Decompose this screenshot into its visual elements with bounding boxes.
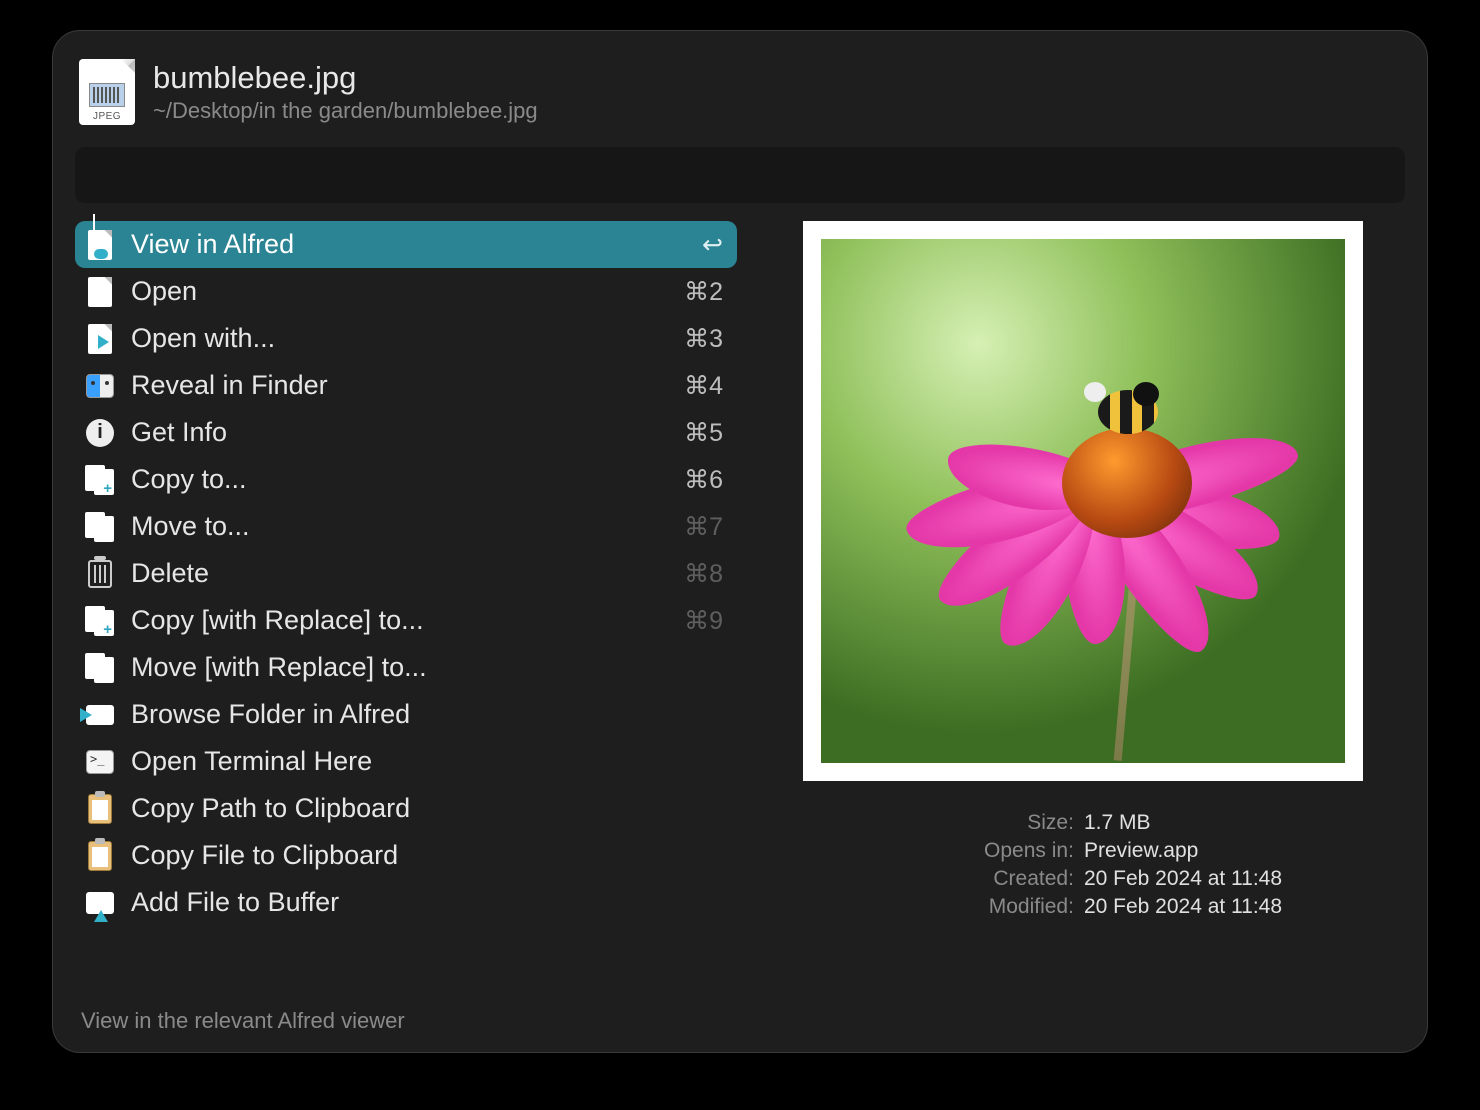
- action-label: Open Terminal Here: [131, 746, 709, 777]
- action-copy-replace-to[interactable]: Copy [with Replace] to... ⌘9: [75, 597, 737, 644]
- action-shortcut: ↩: [702, 230, 723, 260]
- action-label: Reveal in Finder: [131, 370, 670, 401]
- action-copy-file[interactable]: Copy File to Clipboard: [75, 832, 737, 879]
- action-shortcut: ⌘3: [684, 324, 723, 354]
- action-shortcut: ⌘8: [684, 559, 723, 589]
- meta-size-value: 1.7 MB: [1084, 809, 1151, 837]
- browse-folder-icon: [86, 705, 114, 725]
- meta-created-value: 20 Feb 2024 at 11:48: [1084, 865, 1282, 893]
- action-shortcut: ⌘4: [684, 371, 723, 401]
- action-label: Copy [with Replace] to...: [131, 605, 670, 636]
- action-shortcut: ⌘6: [684, 465, 723, 495]
- action-copy-path[interactable]: Copy Path to Clipboard: [75, 785, 737, 832]
- action-label: Copy Path to Clipboard: [131, 793, 709, 824]
- action-move-replace-to[interactable]: Move [with Replace] to...: [75, 644, 737, 691]
- action-icon: [83, 698, 117, 732]
- copy-pages-icon: [85, 606, 115, 636]
- file-type-icon: JPEG: [79, 59, 135, 125]
- action-open-terminal[interactable]: Open Terminal Here: [75, 738, 737, 785]
- action-icon: [83, 322, 117, 356]
- document-open-with-icon: [88, 324, 112, 354]
- file-type-badge: JPEG: [93, 111, 121, 122]
- meta-modified-label: Modified:: [884, 893, 1074, 921]
- action-icon: [83, 839, 117, 873]
- preview-frame: [803, 221, 1363, 781]
- header: JPEG bumblebee.jpg ~/Desktop/in the gard…: [75, 55, 1405, 139]
- terminal-icon: [86, 750, 114, 774]
- action-icon: [83, 886, 117, 920]
- meta-size-label: Size:: [884, 809, 1074, 837]
- add-to-buffer-icon: [86, 892, 114, 914]
- action-copy-to[interactable]: Copy to... ⌘6: [75, 456, 737, 503]
- action-icon: [83, 510, 117, 544]
- action-icon: [83, 792, 117, 826]
- meta-modified-value: 20 Feb 2024 at 11:48: [1084, 893, 1282, 921]
- file-path: ~/Desktop/in the garden/bumblebee.jpg: [153, 98, 538, 124]
- action-reveal-in-finder[interactable]: Reveal in Finder ⌘4: [75, 362, 737, 409]
- action-label: Add File to Buffer: [131, 887, 709, 918]
- action-icon: [83, 651, 117, 685]
- copy-pages-icon: [85, 465, 115, 495]
- action-label: Open: [131, 276, 670, 307]
- action-icon: [83, 745, 117, 779]
- action-shortcut: ⌘2: [684, 277, 723, 307]
- meta-created-label: Created:: [884, 865, 1074, 893]
- action-move-to[interactable]: Move to... ⌘7: [75, 503, 737, 550]
- action-icon: [83, 463, 117, 497]
- action-icon: [83, 369, 117, 403]
- preview-column: Size: 1.7 MB Opens in: Preview.app Created…: [761, 221, 1405, 981]
- alfred-file-actions-panel: JPEG bumblebee.jpg ~/Desktop/in the gard…: [52, 30, 1428, 1053]
- action-open[interactable]: Open ⌘2: [75, 268, 737, 315]
- action-browse-folder[interactable]: Browse Folder in Alfred: [75, 691, 737, 738]
- action-shortcut: ⌘9: [684, 606, 723, 636]
- action-delete[interactable]: Delete ⌘8: [75, 550, 737, 597]
- preview-image: [821, 239, 1345, 763]
- action-label: Open with...: [131, 323, 670, 354]
- move-pages-icon: [85, 653, 115, 683]
- action-view-in-alfred[interactable]: View in Alfred ↩: [75, 221, 737, 268]
- action-get-info[interactable]: i Get Info ⌘5: [75, 409, 737, 456]
- clipboard-icon: [88, 841, 112, 871]
- action-shortcut: ⌘7: [684, 512, 723, 542]
- action-icon: [83, 228, 117, 262]
- action-icon: [83, 604, 117, 638]
- action-label: Get Info: [131, 417, 670, 448]
- action-label: Move [with Replace] to...: [131, 652, 709, 683]
- action-shortcut: ⌘5: [684, 418, 723, 448]
- clipboard-icon: [88, 794, 112, 824]
- action-label: Browse Folder in Alfred: [131, 699, 709, 730]
- action-label: Copy to...: [131, 464, 670, 495]
- action-label: View in Alfred: [131, 229, 688, 260]
- trash-icon: [88, 560, 112, 588]
- action-icon: [83, 275, 117, 309]
- action-label: Delete: [131, 558, 670, 589]
- action-open-with[interactable]: Open with... ⌘3: [75, 315, 737, 362]
- action-icon: i: [83, 416, 117, 450]
- meta-opens-value: Preview.app: [1084, 837, 1198, 865]
- footer-hint: View in the relevant Alfred viewer: [81, 1008, 405, 1034]
- document-icon: [88, 277, 112, 307]
- finder-icon: [86, 374, 114, 398]
- actions-list: View in Alfred ↩ Open ⌘2 Open with... ⌘3 Revea…: [75, 221, 737, 981]
- info-icon: i: [86, 419, 114, 447]
- file-name: bumblebee.jpg: [153, 60, 538, 96]
- file-metadata: Size: 1.7 MB Opens in: Preview.app Created…: [884, 809, 1282, 921]
- action-label: Move to...: [131, 511, 670, 542]
- action-add-to-buffer[interactable]: Add File to Buffer: [75, 879, 737, 926]
- action-search-input[interactable]: [75, 147, 1405, 203]
- document-cloud-icon: [88, 230, 112, 260]
- action-label: Copy File to Clipboard: [131, 840, 709, 871]
- action-icon: [83, 557, 117, 591]
- header-text: bumblebee.jpg ~/Desktop/in the garden/bu…: [153, 60, 538, 124]
- meta-opens-label: Opens in:: [884, 837, 1074, 865]
- move-pages-icon: [85, 512, 115, 542]
